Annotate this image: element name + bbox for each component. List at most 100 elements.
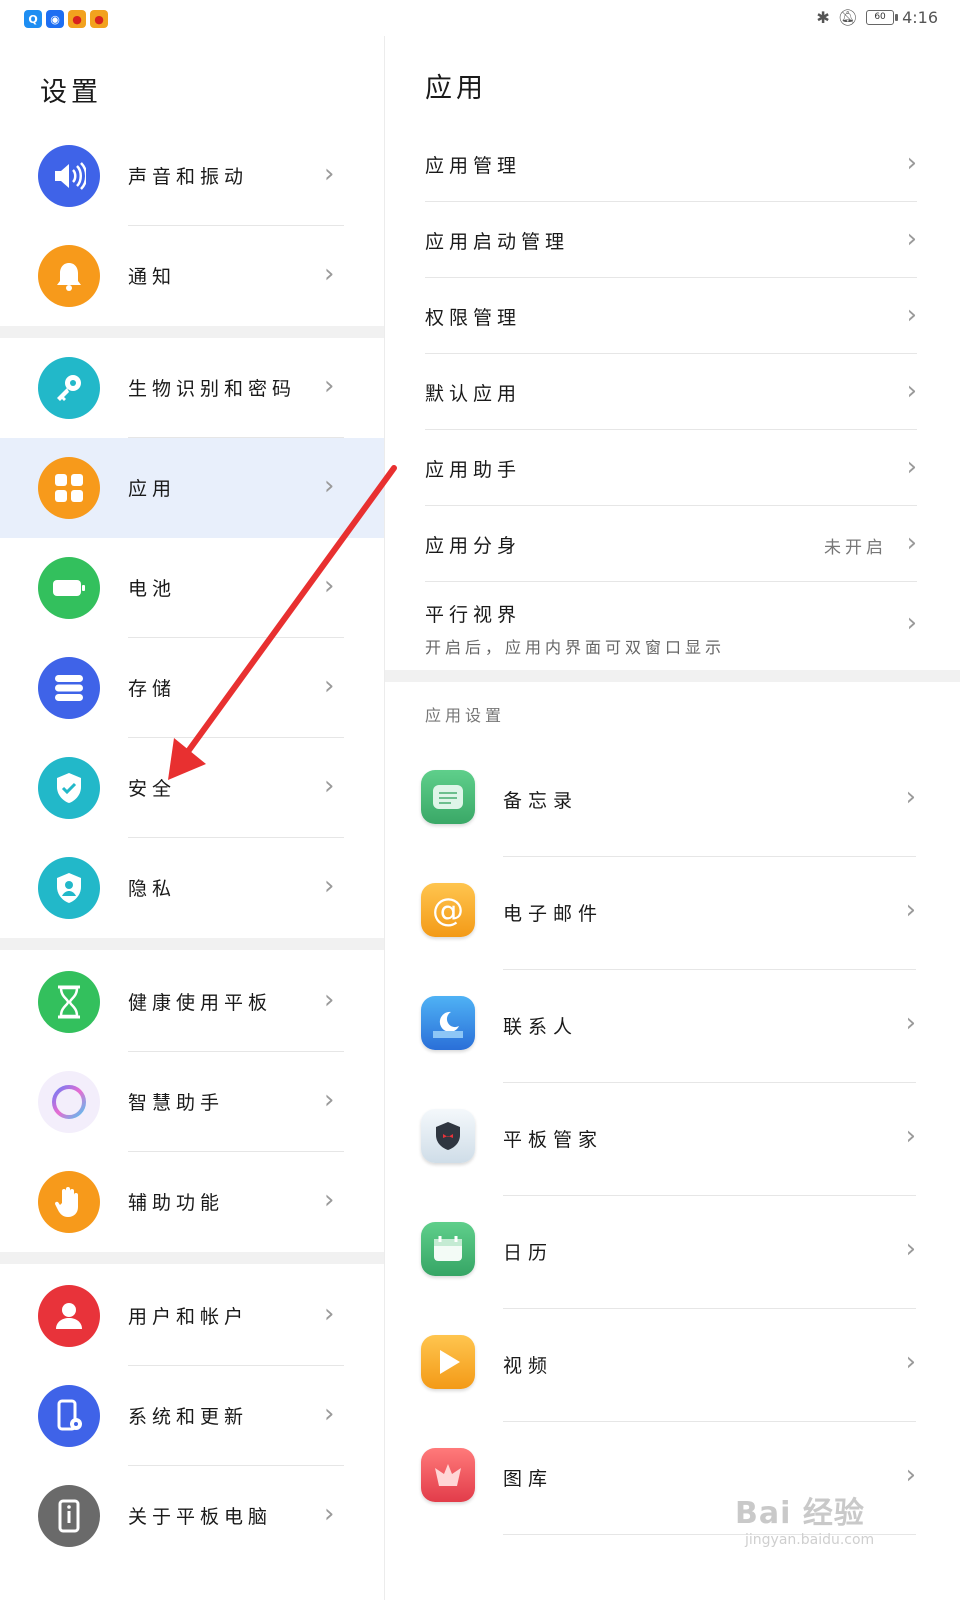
chevron-right-icon: › (906, 608, 917, 638)
privacy-shield-icon (38, 857, 100, 919)
sidebar-item-biometrics[interactable]: 生物识别和密码 › (0, 338, 384, 438)
bulb-app-icon: ◉ (46, 10, 64, 28)
bell-icon (38, 245, 100, 307)
sidebar-item-about[interactable]: 关于平板电脑 › (0, 1466, 384, 1566)
hand-icon (38, 1171, 100, 1233)
baidu-watermark-url: jingyan.baidu.com (745, 1532, 875, 1548)
sidebar-item-notifications[interactable]: 通知 › (0, 226, 384, 326)
app-item-calendar[interactable]: 日历 › (385, 1196, 960, 1309)
sidebar-item-label: 通知 (128, 266, 177, 288)
app-label: 视频 (503, 1355, 554, 1377)
item-label: 应用管理 (425, 155, 522, 177)
chevron-right-icon: › (906, 148, 917, 178)
group-separator (0, 326, 384, 338)
email-at-icon: @ (421, 883, 475, 937)
status-text: 未开启 (824, 538, 887, 558)
info-phone-icon (38, 1485, 100, 1547)
app-item-gallery[interactable]: 图库 › (385, 1422, 960, 1535)
sidebar-item-apps[interactable]: 应用 › (0, 438, 384, 538)
hourglass-icon (38, 971, 100, 1033)
sidebar-item-health[interactable]: 健康使用平板 › (0, 952, 384, 1052)
chevron-right-icon: › (324, 471, 335, 501)
weibo-icon: ● (90, 10, 108, 28)
chevron-right-icon: › (324, 671, 335, 701)
chevron-right-icon: › (324, 871, 335, 901)
sidebar-item-label: 智慧助手 (128, 1092, 225, 1114)
app-item-email[interactable]: @ 电子邮件 › (385, 857, 960, 970)
item-label: 权限管理 (425, 307, 522, 329)
chevron-right-icon: › (905, 1121, 916, 1151)
sidebar-item-assistant[interactable]: 智慧助手 › (0, 1052, 384, 1152)
sidebar-item-label: 应用 (128, 478, 177, 500)
sidebar-item-label: 电池 (128, 578, 177, 600)
app-item-notepad[interactable]: 备忘录 › (385, 744, 960, 857)
app-launch-management-item[interactable]: 应用启动管理 › (425, 202, 917, 278)
item-description: 开启后，应用内界面可双窗口显示 (425, 638, 726, 657)
chevron-right-icon: › (324, 1185, 335, 1215)
calendar-icon (421, 1222, 475, 1276)
app-item-video[interactable]: 视频 › (385, 1309, 960, 1422)
notepad-icon (421, 770, 475, 824)
parallel-view-item[interactable]: 平行视界 开启后，应用内界面可双窗口显示 › (425, 582, 917, 670)
sidebar-item-storage[interactable]: 存储 › (0, 638, 384, 738)
settings-sidebar: 设置 声音和振动 › 通知 › 生物识别和密码 › 应用 › 电池 › 存储 ›… (0, 36, 384, 1600)
sidebar-item-users[interactable]: 用户和帐户 › (0, 1266, 384, 1366)
bluetooth-icon: ✱ (816, 8, 830, 27)
chevron-right-icon: › (324, 771, 335, 801)
app-twin-item[interactable]: 应用分身 未开启 › (425, 506, 917, 582)
sidebar-item-label: 健康使用平板 (128, 992, 273, 1014)
sidebar-item-label: 辅助功能 (128, 1192, 225, 1214)
permission-management-item[interactable]: 权限管理 › (425, 278, 917, 354)
sidebar-item-system-update[interactable]: 系统和更新 › (0, 1366, 384, 1466)
sidebar-item-privacy[interactable]: 隐私 › (0, 838, 384, 938)
chevron-right-icon: › (905, 1008, 916, 1038)
chevron-right-icon: › (324, 1399, 335, 1429)
app-label: 平板管家 (503, 1129, 604, 1151)
sidebar-item-label: 隐私 (128, 878, 177, 900)
item-label: 默认应用 (425, 383, 522, 405)
app-management-item[interactable]: 应用管理 › (425, 126, 917, 202)
item-label: 应用助手 (425, 459, 522, 481)
clock: 4:16 (902, 8, 938, 27)
battery-indicator: 60 (866, 10, 899, 25)
speaker-icon (38, 145, 100, 207)
sidebar-item-battery[interactable]: 电池 › (0, 538, 384, 638)
sidebar-item-security[interactable]: 安全 › (0, 738, 384, 838)
sidebar-item-label: 关于平板电脑 (128, 1506, 273, 1528)
video-play-icon (421, 1335, 475, 1389)
app-label: 图库 (503, 1468, 554, 1490)
sidebar-item-label: 生物识别和密码 (128, 378, 297, 400)
battery-icon (38, 557, 100, 619)
chevron-right-icon: › (324, 259, 335, 289)
chevron-right-icon: › (906, 224, 917, 254)
qq-icon: Q (24, 10, 42, 28)
chevron-right-icon: › (324, 1299, 335, 1329)
panel-title: 应用 (425, 73, 487, 104)
sidebar-item-sound[interactable]: 声音和振动 › (0, 126, 384, 226)
default-apps-item[interactable]: 默认应用 › (425, 354, 917, 430)
baidu-watermark: Bai 经验 (735, 1496, 865, 1531)
group-separator (385, 670, 960, 682)
storage-icon (38, 657, 100, 719)
tablet-manager-icon (421, 1109, 475, 1163)
app-label: 联系人 (503, 1016, 579, 1038)
app-label: 备忘录 (503, 790, 579, 812)
group-separator (0, 938, 384, 950)
chevron-right-icon: › (905, 895, 916, 925)
shield-check-icon (38, 757, 100, 819)
contacts-moon-icon (421, 996, 475, 1050)
sidebar-item-label: 声音和振动 (128, 166, 249, 188)
status-bar: Q ◉ ● ● ✱ 🔕︎ 60 4:16 (0, 0, 960, 36)
app-assistant-item[interactable]: 应用助手 › (425, 430, 917, 506)
sidebar-item-label: 用户和帐户 (128, 1306, 249, 1328)
sidebar-item-accessibility[interactable]: 辅助功能 › (0, 1152, 384, 1252)
section-title: 应用设置 (425, 706, 506, 725)
app-item-contacts[interactable]: 联系人 › (385, 970, 960, 1083)
sidebar-item-label: 存储 (128, 678, 177, 700)
app-item-tablet-manager[interactable]: 平板管家 › (385, 1083, 960, 1196)
item-label: 应用启动管理 (425, 231, 570, 253)
sidebar-item-label: 系统和更新 (128, 1406, 249, 1428)
apps-settings-panel: 应用 应用管理 › 应用启动管理 › 权限管理 › 默认应用 › 应用助手 › … (385, 36, 960, 1600)
chevron-right-icon: › (906, 452, 917, 482)
chevron-right-icon: › (324, 571, 335, 601)
